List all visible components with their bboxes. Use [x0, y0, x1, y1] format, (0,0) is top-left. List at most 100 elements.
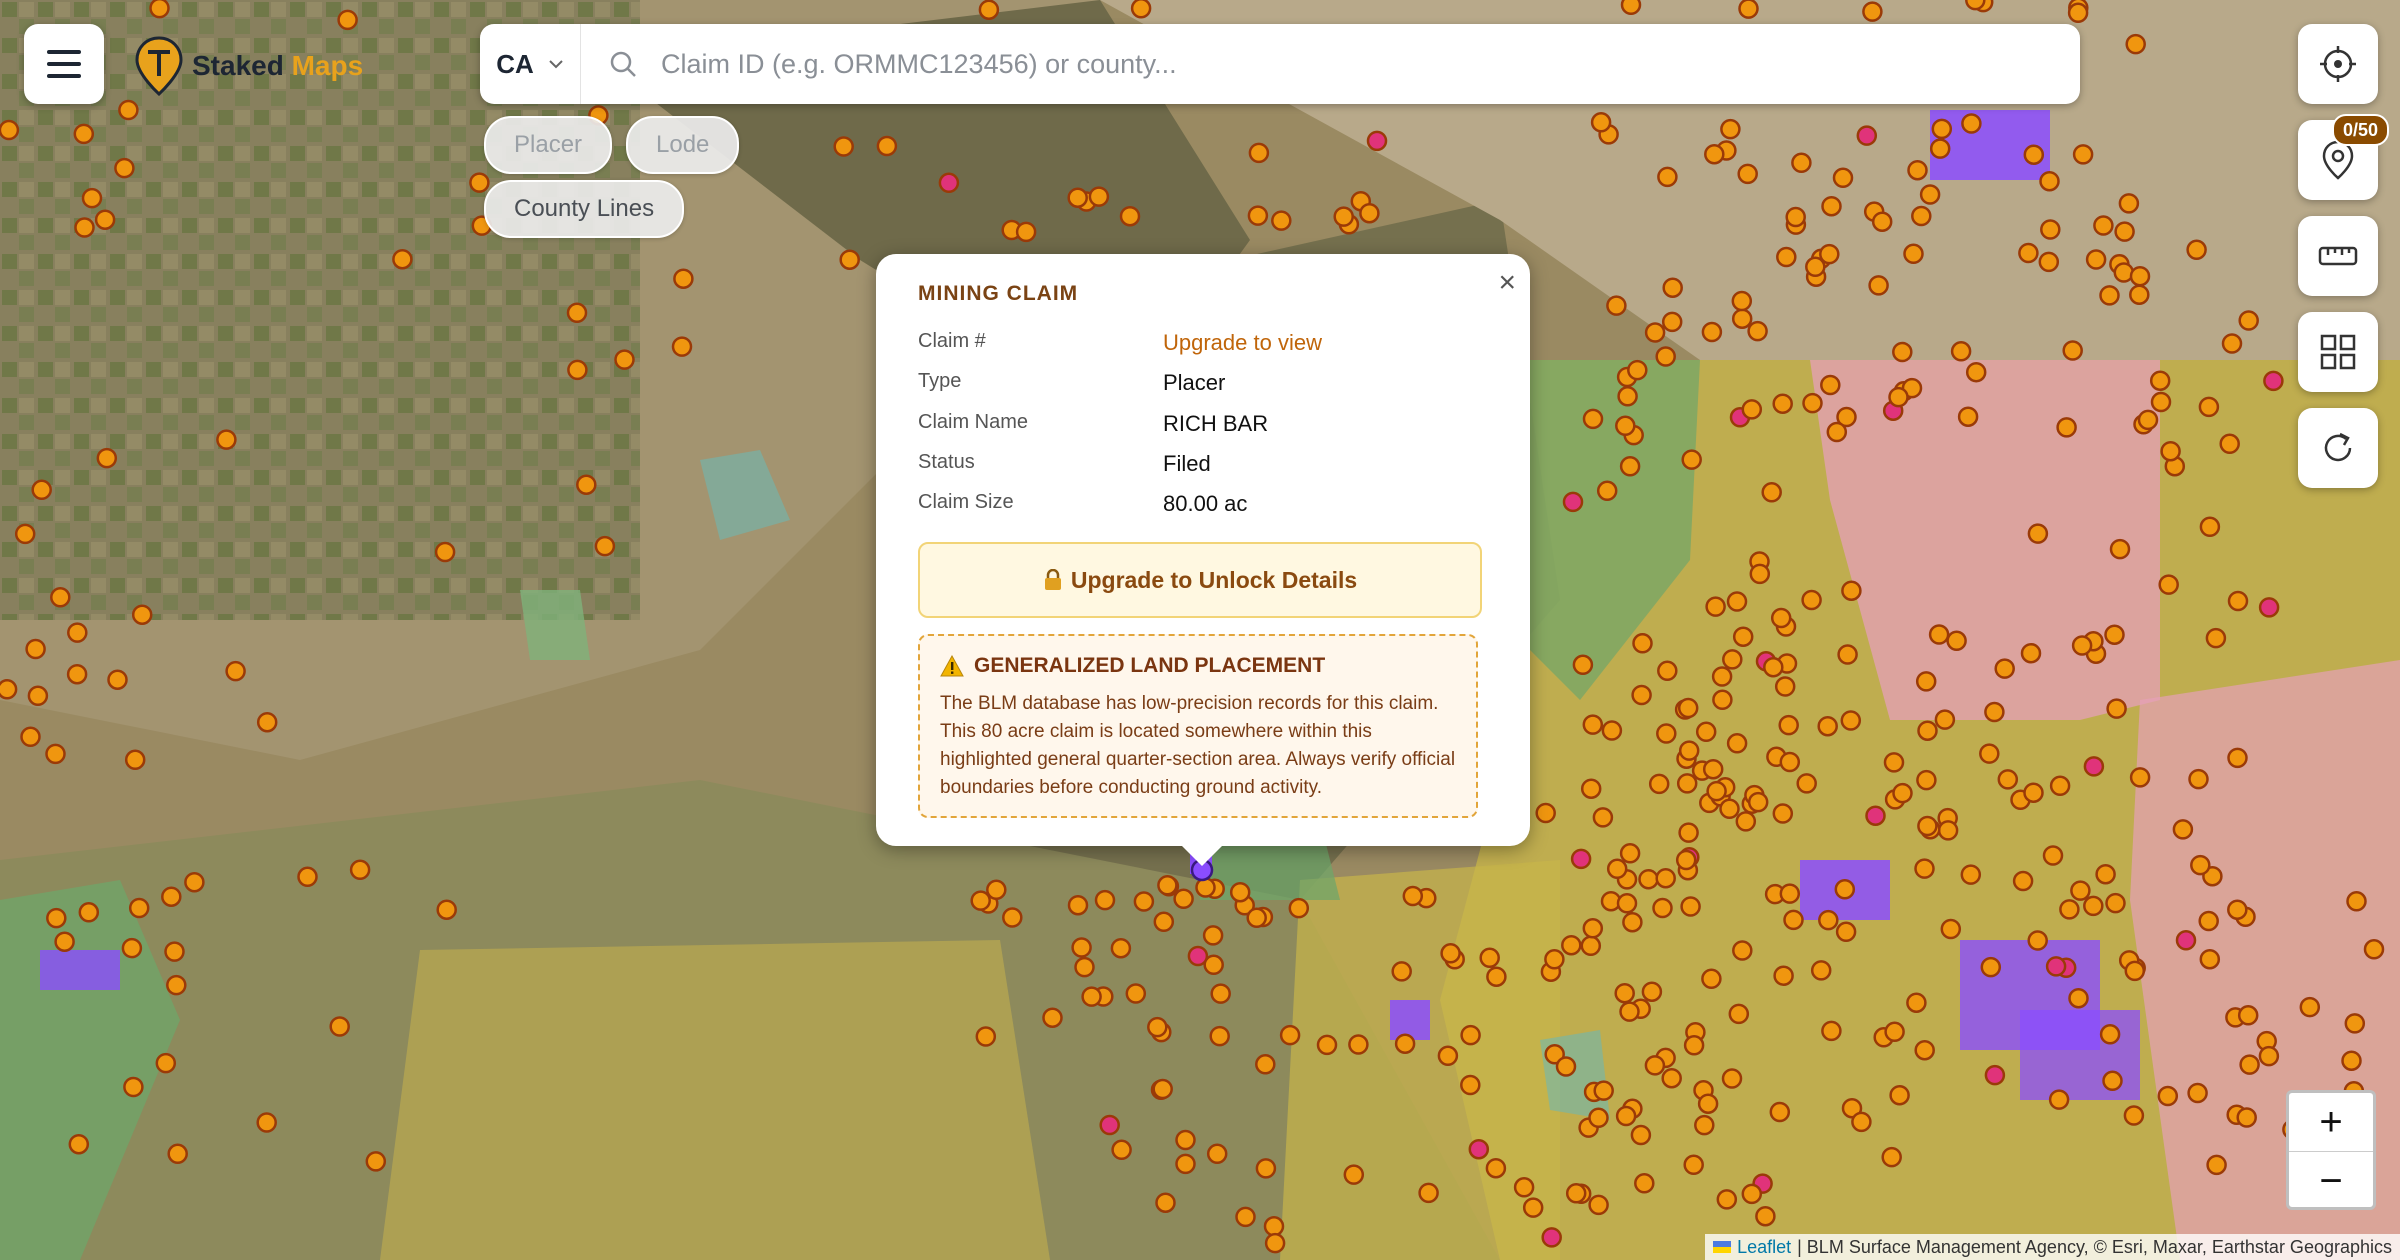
- claim-marker[interactable]: [2104, 624, 2125, 645]
- claim-marker[interactable]: [0, 119, 20, 141]
- claim-marker[interactable]: [1701, 321, 1723, 343]
- claim-marker[interactable]: [1965, 0, 1986, 11]
- claim-marker[interactable]: [2299, 996, 2321, 1018]
- claim-marker[interactable]: [1907, 159, 1928, 181]
- claim-marker[interactable]: [594, 535, 616, 557]
- claim-marker[interactable]: [149, 0, 170, 19]
- claim-marker[interactable]: [1616, 893, 1638, 914]
- claim-marker[interactable]: [1810, 960, 1832, 981]
- claim-marker[interactable]: [2236, 1107, 2257, 1128]
- claim-marker[interactable]: [1588, 1194, 1609, 1216]
- claim-marker[interactable]: [1821, 1020, 1842, 1042]
- claim-marker[interactable]: [1677, 697, 1699, 719]
- claim-marker[interactable]: [1984, 1064, 2006, 1086]
- claim-marker[interactable]: [14, 523, 36, 545]
- claim-marker[interactable]: [975, 1026, 997, 1047]
- claim-marker[interactable]: [2093, 215, 2114, 236]
- claim-search-input[interactable]: [659, 47, 2080, 81]
- claim-marker[interactable]: [2099, 1024, 2121, 1045]
- claim-marker[interactable]: [1440, 943, 1461, 964]
- claim-marker[interactable]: [392, 248, 413, 270]
- claim-marker[interactable]: [1656, 723, 1677, 744]
- claim-marker[interactable]: [1917, 815, 1938, 837]
- leaflet-link[interactable]: Leaflet: [1737, 1237, 1791, 1258]
- claim-marker[interactable]: [1711, 666, 1733, 687]
- claim-marker[interactable]: [1950, 341, 1972, 362]
- claim-marker[interactable]: [1437, 1045, 1459, 1067]
- claim-marker[interactable]: [2083, 895, 2104, 917]
- claim-marker[interactable]: [2137, 409, 2159, 431]
- claim-marker[interactable]: [166, 974, 187, 996]
- claim-marker[interactable]: [1348, 1034, 1369, 1055]
- claim-marker[interactable]: [1681, 449, 1702, 470]
- claim-marker[interactable]: [297, 866, 318, 888]
- claim-marker[interactable]: [1590, 112, 1612, 133]
- claim-marker[interactable]: [1881, 1146, 1902, 1168]
- claim-marker[interactable]: [1570, 848, 1592, 870]
- claim-marker[interactable]: [1705, 596, 1726, 617]
- claim-marker[interactable]: [2160, 440, 2181, 462]
- claim-marker[interactable]: [1042, 1007, 1063, 1028]
- claim-marker[interactable]: [94, 209, 116, 230]
- claim-marker[interactable]: [1606, 858, 1628, 880]
- claim-marker[interactable]: [2083, 756, 2105, 777]
- claim-marker[interactable]: [2206, 1154, 2227, 1176]
- claim-marker[interactable]: [54, 931, 75, 952]
- claim-marker[interactable]: [1210, 983, 1231, 1004]
- claim-marker[interactable]: [978, 0, 1000, 20]
- claim-marker[interactable]: [1929, 138, 1951, 159]
- claim-marker[interactable]: [184, 871, 205, 893]
- claim-marker[interactable]: [1776, 246, 1797, 268]
- claim-marker[interactable]: [45, 743, 66, 765]
- claim-marker[interactable]: [118, 99, 139, 121]
- claim-marker[interactable]: [1617, 386, 1638, 407]
- claim-marker[interactable]: [1655, 867, 1676, 889]
- claim-marker[interactable]: [2188, 768, 2209, 790]
- claim-marker[interactable]: [1726, 591, 1748, 612]
- claim-marker[interactable]: [2049, 775, 2071, 797]
- claim-marker[interactable]: [1769, 1101, 1791, 1123]
- claim-marker[interactable]: [2040, 219, 2061, 240]
- claim-marker[interactable]: [1562, 491, 1584, 513]
- claim-marker[interactable]: [1235, 1206, 1256, 1228]
- claim-marker[interactable]: [2042, 845, 2064, 866]
- claim-marker[interactable]: [1994, 658, 2015, 679]
- claim-marker[interactable]: [2085, 249, 2107, 270]
- claim-marker[interactable]: [25, 638, 46, 660]
- claim-marker[interactable]: [1513, 1177, 1535, 1198]
- claim-marker[interactable]: [1796, 773, 1817, 794]
- claim-marker[interactable]: [1630, 1124, 1652, 1146]
- claim-marker[interactable]: [2263, 370, 2284, 392]
- claim-marker[interactable]: [1133, 891, 1155, 912]
- claim-marker[interactable]: [1248, 142, 1270, 164]
- claim-marker[interactable]: [1819, 243, 1840, 265]
- claim-marker[interactable]: [1264, 1232, 1286, 1254]
- claim-marker[interactable]: [1657, 166, 1678, 188]
- claim-marker[interactable]: [1721, 1068, 1743, 1089]
- claim-marker[interactable]: [349, 859, 371, 881]
- claim-marker[interactable]: [1580, 935, 1602, 957]
- claim-marker[interactable]: [1940, 918, 1962, 940]
- claim-marker[interactable]: [164, 941, 185, 962]
- claim-marker[interactable]: [1391, 961, 1412, 982]
- claim-marker[interactable]: [1555, 1056, 1577, 1077]
- claim-marker[interactable]: [1561, 934, 1582, 956]
- claim-marker[interactable]: [1067, 187, 1088, 208]
- claim-marker[interactable]: [1661, 311, 1683, 333]
- claim-marker[interactable]: [2114, 221, 2135, 242]
- claim-marker[interactable]: [1648, 773, 1670, 795]
- claim-marker[interactable]: [1152, 1078, 1173, 1100]
- claim-marker[interactable]: [1837, 644, 1858, 665]
- claim-marker[interactable]: [67, 622, 88, 643]
- claim-marker[interactable]: [1834, 879, 1856, 900]
- claim-marker[interactable]: [1541, 1227, 1562, 1248]
- measure-button[interactable]: [2298, 216, 2378, 296]
- claim-marker[interactable]: [1468, 1138, 1490, 1160]
- claim-marker[interactable]: [1979, 743, 2000, 764]
- claim-marker[interactable]: [2045, 956, 2067, 977]
- claim-marker[interactable]: [2038, 251, 2060, 273]
- claim-marker[interactable]: [1175, 1153, 1196, 1175]
- claim-marker[interactable]: [329, 1016, 350, 1037]
- claim-marker[interactable]: [2198, 910, 2219, 932]
- claim-marker[interactable]: [1702, 758, 1724, 780]
